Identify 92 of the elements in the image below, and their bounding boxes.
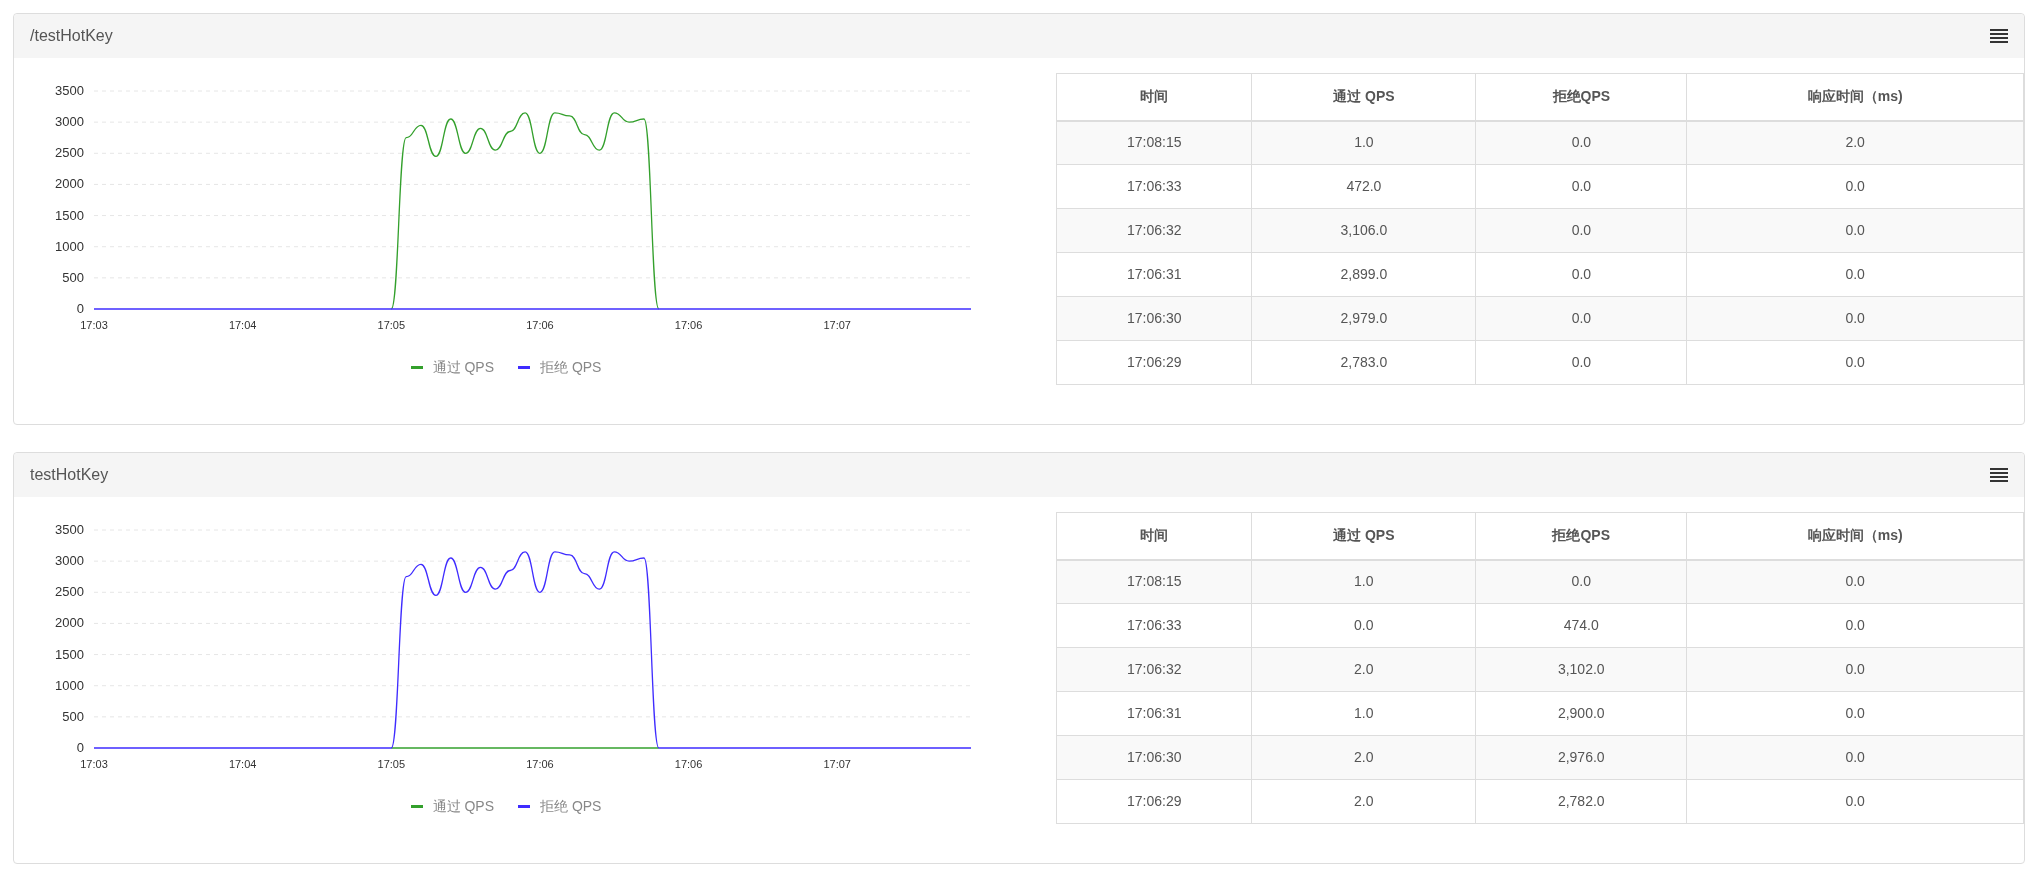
column-header: 拒绝QPS [1475,512,1687,560]
table-cell: 2.0 [1251,735,1476,780]
table-cell: 17:06:32 [1056,647,1252,692]
y-tick-label: 500 [62,269,84,285]
x-tick-label: 17:04 [228,319,257,331]
table-cell: 17:08:15 [1056,559,1252,604]
x-tick-label: 17:04 [228,758,257,770]
table-cell: 0.0 [1686,296,2024,341]
table-cell: 0.0 [1686,164,2024,209]
table-cell: 0.0 [1475,120,1687,165]
table-cell: 17:06:32 [1056,208,1252,253]
y-tick-label: 3000 [55,553,84,569]
x-tick-label: 17:05 [377,319,406,331]
x-tick-label: 17:06 [674,319,703,331]
column-header: 响应时间（ms) [1686,73,2024,121]
table-cell: 0.0 [1686,647,2024,692]
y-tick-label: 1500 [55,207,84,223]
x-tick-label: 17:03 [80,319,108,331]
table-cell: 0.0 [1475,252,1687,297]
y-tick-label: 1500 [55,646,84,662]
y-tick-label: 1000 [55,677,84,693]
legend-label: 通过 QPS [432,358,494,377]
legend-label: 拒绝 QPS [540,358,602,377]
x-tick-label: 17:06 [526,319,554,331]
table-cell: 0.0 [1475,296,1687,341]
y-tick-label: 2000 [55,615,84,631]
y-tick-label: 2500 [55,584,84,600]
column-header: 时间 [1056,512,1252,560]
table-cell: 0.0 [1686,252,2024,297]
column-header: 时间 [1056,73,1252,121]
table-cell: 17:08:15 [1056,120,1252,165]
panel-title: testHotKey [30,465,109,485]
table-cell: 0.0 [1686,559,2024,604]
x-tick-label: 17:07 [823,758,851,770]
table-cell: 2,976.0 [1475,735,1687,780]
menu-icon[interactable] [1990,468,2008,482]
x-tick-label: 17:06 [526,758,554,770]
x-tick-label: 17:03 [80,758,108,770]
table-cell: 3,106.0 [1251,208,1476,253]
table-cell: 2,899.0 [1251,252,1476,297]
legend-label: 通过 QPS [432,797,494,816]
column-header: 通过 QPS [1251,512,1476,560]
table-cell: 0.0 [1251,603,1476,648]
table-cell: 0.0 [1475,559,1687,604]
table-cell: 17:06:30 [1056,296,1252,341]
table-cell: 1.0 [1251,559,1476,604]
table-cell: 17:06:33 [1056,164,1252,209]
y-tick-label: 0 [76,740,84,755]
table-cell: 17:06:33 [1056,603,1252,648]
y-tick-label: 3000 [55,114,84,130]
y-tick-label: 3500 [55,83,84,98]
table-cell: 0.0 [1686,208,2024,253]
table-cell: 2.0 [1686,120,2024,165]
y-tick-label: 2000 [55,176,84,192]
table-cell: 474.0 [1475,603,1687,648]
menu-icon[interactable] [1990,29,2008,43]
table-cell: 0.0 [1686,691,2024,736]
table-cell: 2.0 [1251,647,1476,692]
column-header: 响应时间（ms) [1686,512,2024,560]
y-tick-label: 2500 [55,145,84,161]
y-tick-label: 1000 [55,238,84,254]
table-cell: 17:06:30 [1056,735,1252,780]
table-cell: 1.0 [1251,691,1476,736]
table-cell: 0.0 [1475,208,1687,253]
column-header: 通过 QPS [1251,73,1476,121]
table-cell: 3,102.0 [1475,647,1687,692]
panel-title: /testHotKey [30,26,113,46]
table-cell: 0.0 [1686,340,2024,385]
table-cell: 17:06:29 [1056,340,1252,385]
column-header: 拒绝QPS [1475,73,1687,121]
table-cell: 2,979.0 [1251,296,1476,341]
y-tick-label: 3500 [55,522,84,537]
table-cell: 2,783.0 [1251,340,1476,385]
x-tick-label: 17:06 [674,758,703,770]
table-cell: 2,782.0 [1475,779,1687,824]
x-tick-label: 17:05 [377,758,406,770]
x-tick-label: 17:07 [823,319,851,331]
table-cell: 17:06:31 [1056,691,1252,736]
table-cell: 0.0 [1686,779,2024,824]
table-cell: 0.0 [1475,340,1687,385]
y-tick-label: 500 [62,708,84,724]
table-cell: 1.0 [1251,120,1476,165]
y-tick-label: 0 [76,301,84,316]
legend-label: 拒绝 QPS [540,797,602,816]
table-cell: 17:06:29 [1056,779,1252,824]
table-cell: 2.0 [1251,779,1476,824]
table-cell: 17:06:31 [1056,252,1252,297]
table-cell: 0.0 [1475,164,1687,209]
table-cell: 0.0 [1686,735,2024,780]
table-cell: 472.0 [1251,164,1476,209]
table-cell: 0.0 [1686,603,2024,648]
table-cell: 2,900.0 [1475,691,1687,736]
